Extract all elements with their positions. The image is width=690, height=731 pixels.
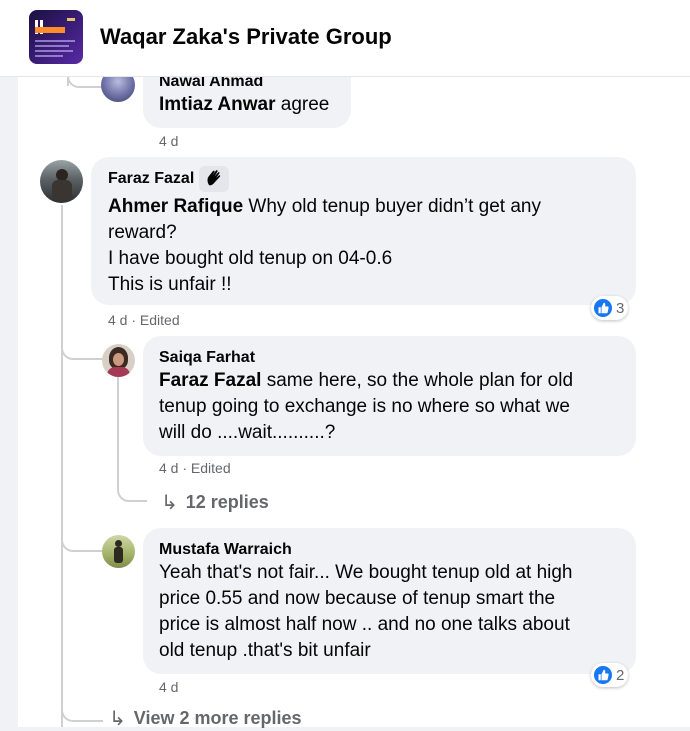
comment-timestamp[interactable]: 4 d · Edited [108,312,180,328]
thread-line [61,205,63,727]
contributor-badge[interactable] [199,166,229,192]
mention-link[interactable]: Faraz Fazal [159,370,261,391]
mention-link[interactable]: Imtiaz Anwar [159,94,276,115]
comment-timestamp[interactable]: 4 d · Edited [159,460,231,476]
thread-connector [61,330,103,360]
comment-timestamp[interactable]: 4 d [159,133,178,149]
reaction-summary[interactable]: 2 [591,663,629,687]
reaction-summary[interactable]: 3 [591,296,629,320]
mention-link[interactable]: Ahmer Rafique [108,196,243,217]
avatar[interactable] [102,535,135,568]
view-more-label: View 2 more replies [133,708,302,728]
group-header: Waqar Zaka's Private Group [0,0,690,77]
thread-line [117,377,119,487]
comment-text: Yeah that's not fair... We bought tenup … [159,562,573,661]
comment-timestamp[interactable]: 4 d [159,679,178,695]
group-title[interactable]: Waqar Zaka's Private Group [100,24,392,50]
reaction-count: 2 [616,666,625,684]
replies-label: 12 replies [185,492,269,512]
reaction-count: 3 [616,299,625,317]
comment-author[interactable]: Faraz Fazal [108,170,194,188]
like-icon [594,666,612,684]
comment-author[interactable]: Saiqa Farhat [159,349,255,367]
thread-connector [61,700,103,722]
comment-text: Faraz Fazal same here, so the whole plan… [159,370,574,443]
thread-connector [61,522,103,552]
group-logo[interactable] [29,10,83,64]
like-icon [594,299,612,317]
comment-author[interactable]: Mustafa Warraich [159,541,292,559]
comment-text: Imtiaz Anwar agree [159,94,330,115]
reply-arrow-icon: ↳ [109,708,126,730]
comment-text: Ahmer Rafique Why old tenup buyer didn’t… [108,196,541,295]
view-replies-link[interactable]: ↳ 12 replies [161,490,269,515]
view-more-replies-link[interactable]: ↳ View 2 more replies [109,706,302,731]
avatar[interactable] [102,344,135,377]
wave-hand-icon [204,167,224,192]
thread-connector [117,476,147,502]
reply-arrow-icon: ↳ [161,492,178,514]
avatar[interactable] [40,160,83,203]
